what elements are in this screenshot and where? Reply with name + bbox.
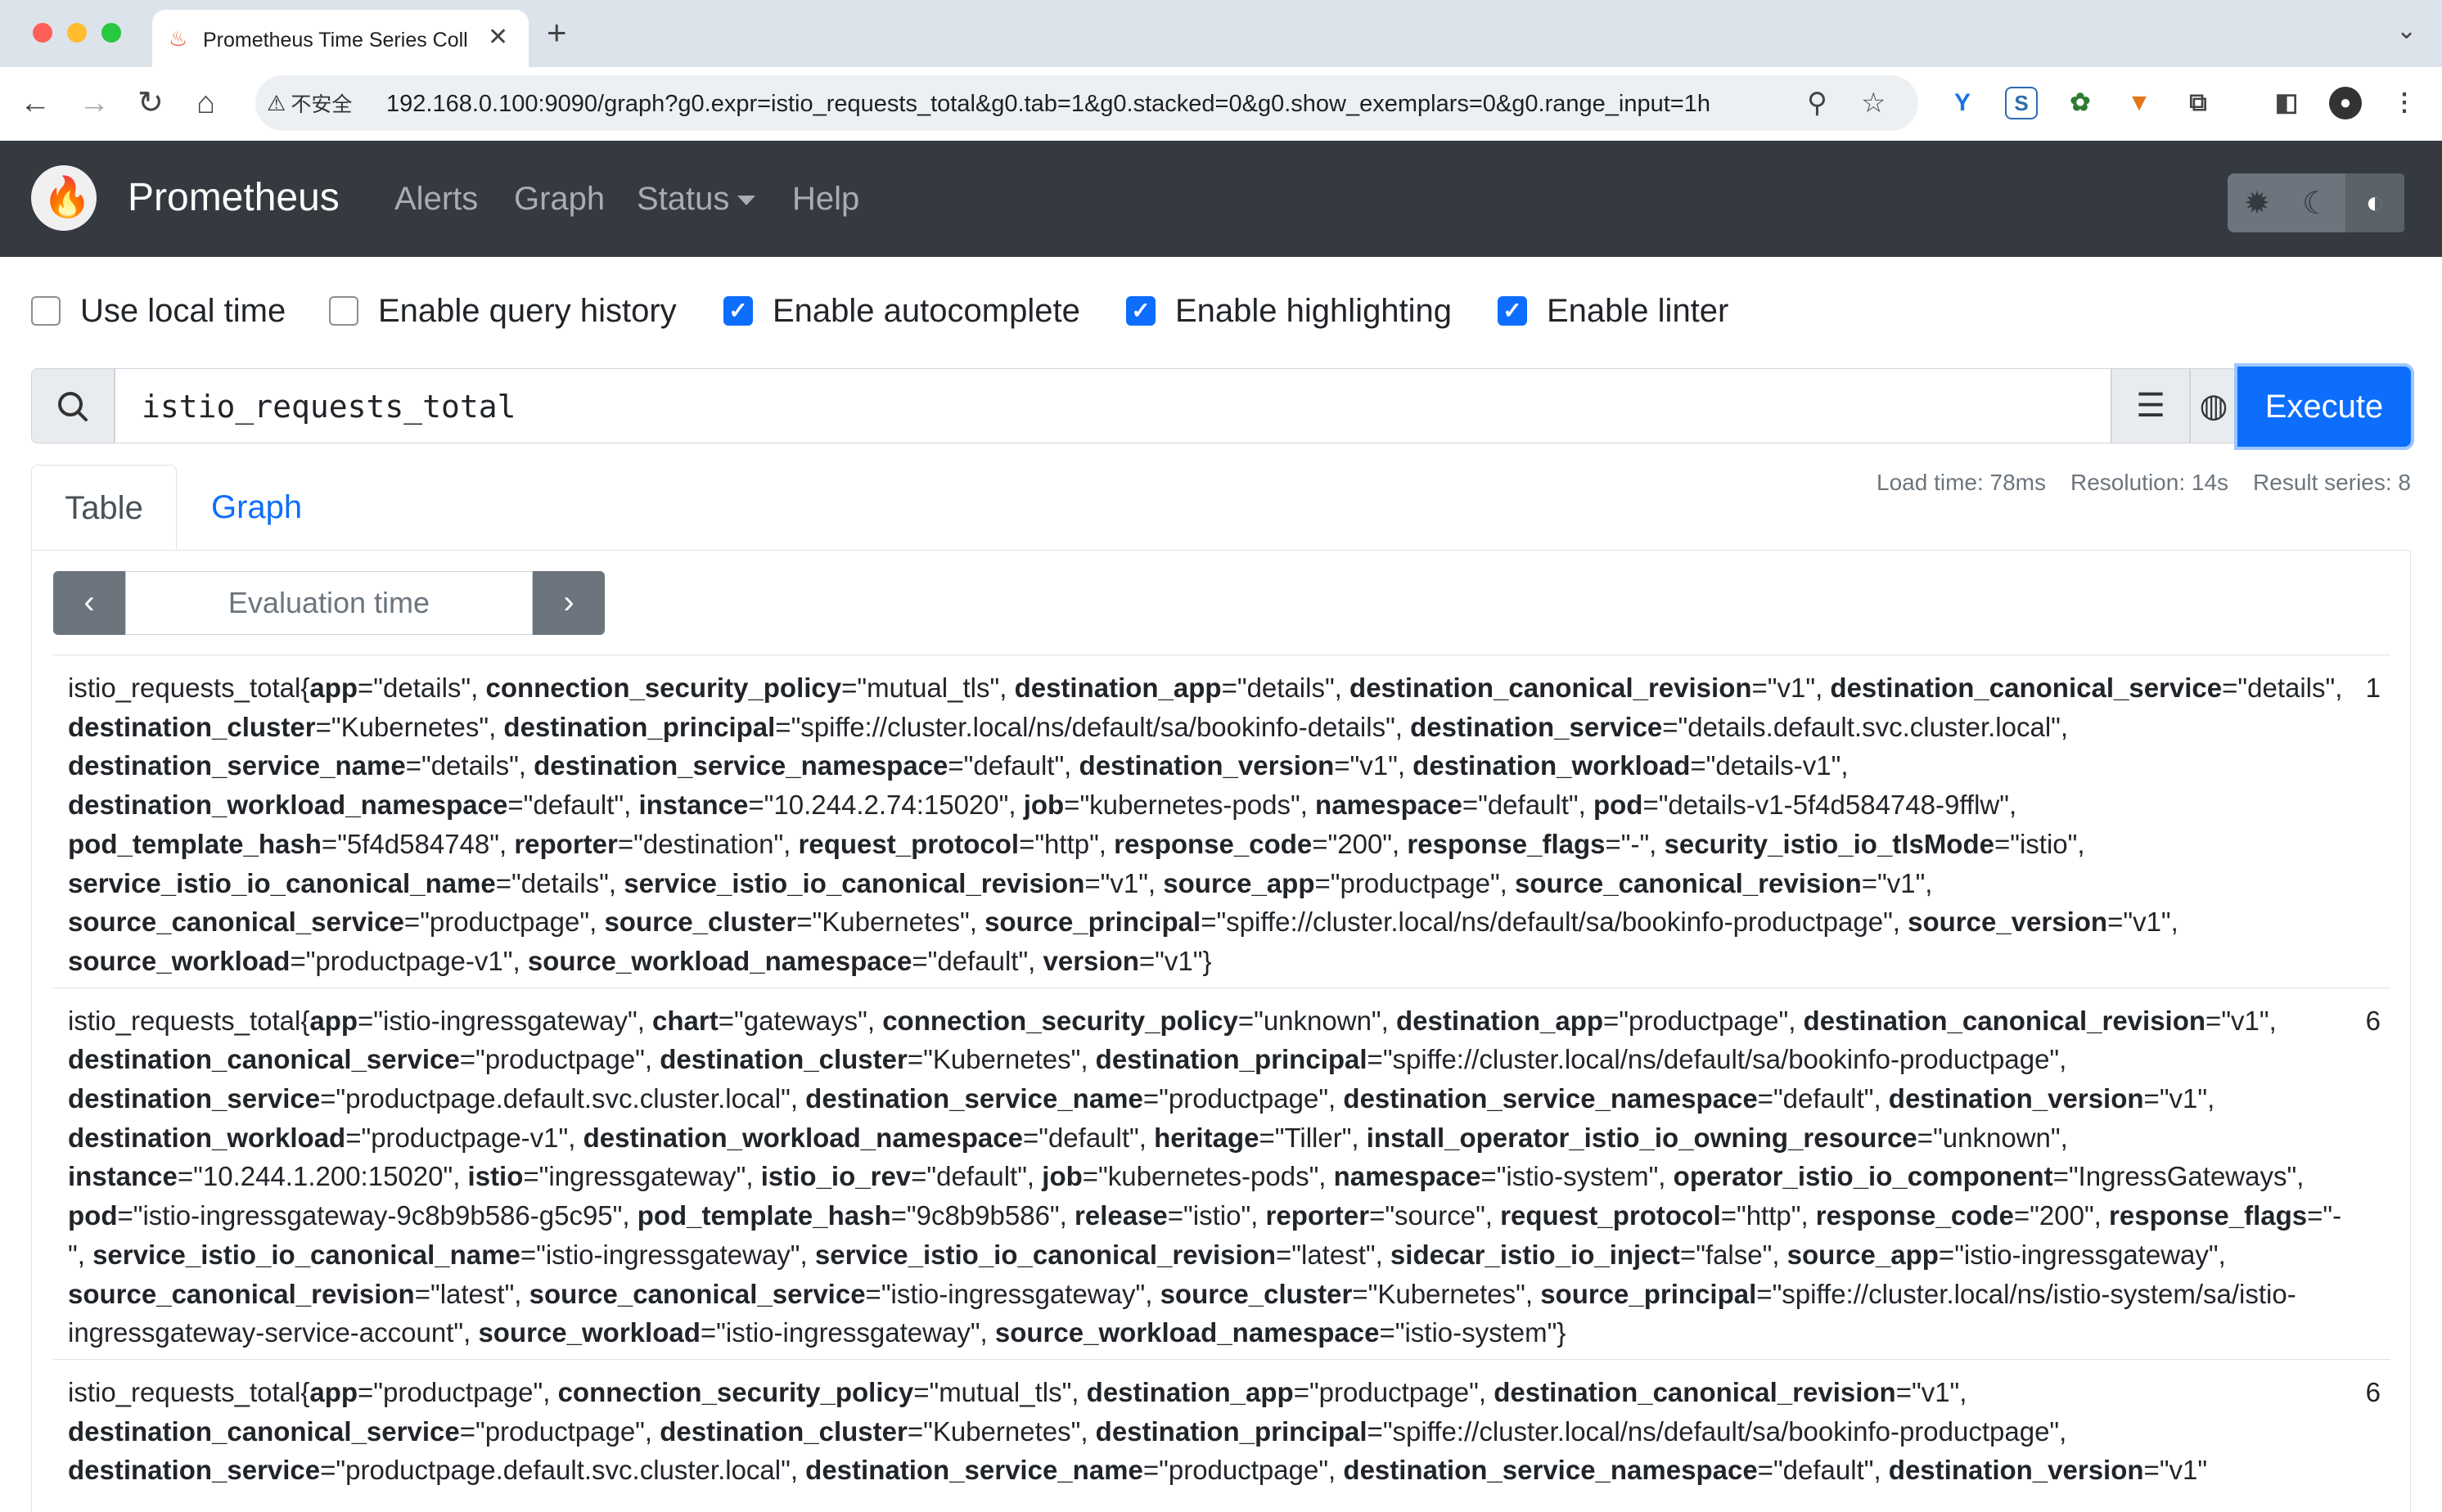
nav-status-label: Status (637, 181, 730, 217)
search-icon (58, 392, 88, 421)
table-row: istio_requests_total{app="productpage", … (53, 1358, 2390, 1496)
security-label: 不安全 (291, 93, 353, 116)
nav-help[interactable]: Help (792, 178, 859, 219)
extensions-puzzle-icon[interactable]: ⧉ (2182, 87, 2214, 119)
nav-graph[interactable]: Graph (514, 178, 605, 219)
tab-title: Prometheus Time Series Coll (203, 29, 468, 52)
linter-checkbox[interactable]: ✓ (1498, 296, 1527, 326)
evaluation-time-group: ‹ Evaluation time › (53, 571, 605, 635)
series-labels: istio_requests_total{app="productpage", … (68, 1376, 2208, 1486)
back-arrow-icon[interactable]: ← (20, 83, 51, 123)
tab-search-chevron-icon[interactable]: ⌄ (2396, 16, 2417, 45)
results-table: istio_requests_total{app="details", conn… (53, 655, 2390, 1496)
browser-tab-bar: ♨ Prometheus Time Series Coll ✕ + ⌄ (0, 0, 2442, 67)
minimize-window-button[interactable] (67, 23, 87, 43)
expression-input[interactable]: istio_requests_total (115, 368, 2111, 443)
forward-arrow-icon[interactable]: → (79, 83, 110, 123)
series-value: 1 (2365, 673, 2381, 703)
linter-label: Enable linter (1547, 293, 1729, 329)
option-linter[interactable]: ✓ Enable linter (1498, 291, 1728, 331)
series-value: 6 (2365, 1005, 2381, 1036)
close-tab-icon[interactable]: ✕ (488, 23, 508, 52)
use-local-time-label: Use local time (80, 293, 286, 329)
series-labels: istio_requests_total{app="details", conn… (68, 673, 2343, 976)
address-bar[interactable]: ⚠ 不安全 192.168.0.100:9090/graph?g0.expr=i… (255, 75, 1918, 131)
new-tab-icon[interactable]: + (547, 15, 567, 51)
highlighting-label: Enable highlighting (1175, 293, 1453, 329)
series-value: 6 (2365, 1376, 2381, 1407)
browser-toolbar: ← → ↻ ⌂ ⚠ 不安全 192.168.0.100:9090/graph?g… (0, 67, 2442, 142)
highlighting-checkbox[interactable]: ✓ (1126, 296, 1156, 326)
url-text[interactable]: 192.168.0.100:9090/graph?g0.expr=istio_r… (386, 90, 1710, 118)
light-theme-sun-icon[interactable]: ✹ (2228, 173, 2287, 232)
query-history-label: Enable query history (378, 293, 677, 329)
browser-menu-icon[interactable]: ⋮ (2388, 87, 2421, 119)
extension-s-icon[interactable]: S (2005, 87, 2038, 119)
home-icon[interactable]: ⌂ (196, 83, 215, 123)
reload-icon[interactable]: ↻ (137, 83, 164, 123)
table-panel: ‹ Evaluation time › istio_requests_total… (31, 550, 2411, 1512)
result-series: Result series: 8 (2253, 470, 2411, 495)
autocomplete-label: Enable autocomplete (773, 293, 1080, 329)
security-chip[interactable]: ⚠ 不安全 (267, 83, 352, 123)
bookmark-star-icon[interactable]: ☆ (1861, 85, 1886, 121)
execute-button[interactable]: Execute (2237, 367, 2411, 447)
extension-y-icon[interactable]: Y (1946, 87, 1979, 119)
format-expression-icon[interactable]: ☰ (2111, 368, 2190, 443)
zoom-icon[interactable]: ⚲ (1807, 85, 1827, 121)
option-query-history[interactable]: Enable query history (329, 291, 677, 331)
tab-table[interactable]: Table (31, 465, 177, 550)
resolution: Resolution: 14s (2070, 470, 2229, 495)
browser-tab[interactable]: ♨ Prometheus Time Series Coll ✕ (152, 10, 529, 67)
eval-prev-chevron-left-icon[interactable]: ‹ (53, 571, 125, 635)
warning-triangle-icon: ⚠ (267, 90, 286, 115)
tab-graph[interactable]: Graph (211, 465, 302, 550)
metrics-explorer-globe-icon[interactable]: ◍ (2190, 368, 2237, 443)
query-history-checkbox[interactable] (329, 296, 358, 326)
caret-down-icon (737, 196, 756, 206)
side-panel-icon[interactable]: ◧ (2270, 87, 2303, 119)
theme-switcher: ✹ ☾ ◐ (2228, 173, 2406, 232)
use-local-time-checkbox[interactable] (31, 296, 61, 326)
prometheus-navbar: 🔥 Prometheus Alerts Graph Status Help ✹ … (0, 141, 2442, 257)
auto-theme-contrast-icon[interactable]: ◐ (2345, 173, 2404, 232)
table-row: istio_requests_total{app="istio-ingressg… (53, 987, 2390, 1359)
profile-avatar[interactable]: ● (2329, 87, 2362, 119)
eval-next-chevron-right-icon[interactable]: › (533, 571, 605, 635)
prometheus-logo[interactable]: 🔥 (31, 165, 97, 231)
brand-title[interactable]: Prometheus (128, 173, 340, 223)
option-autocomplete[interactable]: ✓ Enable autocomplete (723, 291, 1080, 331)
flame-icon: 🔥 (43, 176, 92, 219)
evaluation-time-input[interactable]: Evaluation time (125, 571, 533, 635)
load-time: Load time: 78ms (1877, 470, 2047, 495)
close-window-button[interactable] (33, 23, 52, 43)
extension-translate-icon[interactable]: ✿ (2064, 87, 2097, 119)
option-highlighting[interactable]: ✓ Enable highlighting (1126, 291, 1452, 331)
table-row: istio_requests_total{app="details", conn… (53, 655, 2390, 988)
option-use-local-time[interactable]: Use local time (31, 291, 286, 331)
metamask-fox-icon[interactable]: ▼ (2123, 87, 2156, 119)
dark-theme-moon-icon[interactable]: ☾ (2287, 173, 2345, 232)
query-bar: istio_requests_total ☰ ◍ Execute (31, 367, 2411, 447)
search-icon-box (31, 368, 115, 443)
nav-status-dropdown[interactable]: Status (637, 178, 756, 219)
maximize-window-button[interactable] (101, 23, 121, 43)
series-labels: istio_requests_total{app="istio-ingressg… (68, 1005, 2342, 1348)
query-stats: Load time: 78ms Resolution: 14s Result s… (1877, 468, 2411, 497)
autocomplete-checkbox[interactable]: ✓ (723, 296, 753, 326)
prometheus-favicon-icon: ♨ (169, 26, 188, 51)
nav-alerts[interactable]: Alerts (394, 178, 478, 219)
